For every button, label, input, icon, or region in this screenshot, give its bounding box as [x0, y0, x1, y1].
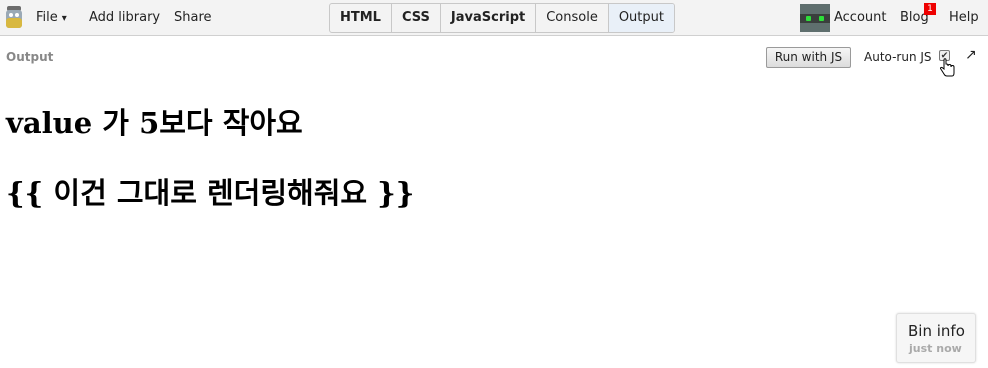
popout-arrow-icon[interactable]: ↗ — [965, 47, 977, 63]
avatar-eye-right — [819, 16, 824, 21]
account-menu[interactable]: Account — [834, 10, 887, 25]
file-menu-label: File — [36, 10, 58, 25]
tab-output[interactable]: Output — [608, 4, 674, 32]
tab-css[interactable]: CSS — [392, 4, 441, 32]
autorun-js-label: Auto-run JS — [864, 50, 932, 64]
jsbin-logo-icon[interactable] — [4, 6, 24, 30]
tab-console[interactable]: Console — [536, 4, 609, 32]
blog-notification-badge: 1 — [924, 3, 936, 15]
output-heading-line-1: value 가 5보다 작아요 — [6, 106, 303, 140]
run-with-js-button[interactable]: Run with JS — [766, 47, 851, 68]
tab-javascript[interactable]: JavaScript — [441, 4, 537, 32]
file-menu[interactable]: File ▾ — [36, 10, 67, 25]
panel-toggles: HTML CSS JavaScript Console Output — [329, 3, 675, 33]
top-toolbar: File ▾ Add library Share HTML CSS JavaScr… — [0, 0, 988, 36]
tab-html[interactable]: HTML — [330, 4, 392, 32]
share-menu[interactable]: Share — [174, 10, 212, 25]
bin-info-timestamp: just now — [909, 342, 962, 355]
bin-info-panel[interactable]: Bin info just now — [896, 313, 976, 363]
hand-pointer-icon — [939, 58, 955, 77]
chevron-down-icon: ▾ — [61, 13, 67, 24]
output-panel-label: Output — [6, 50, 54, 64]
bin-info-title: Bin info — [908, 322, 965, 340]
add-library-menu[interactable]: Add library — [89, 10, 160, 25]
output-heading-line-2: {{ 이건 그대로 렌더링해줘요 }} — [6, 176, 415, 210]
avatar-band — [800, 14, 830, 23]
robot-avatar-icon[interactable] — [800, 4, 830, 32]
help-menu[interactable]: Help — [949, 10, 979, 25]
avatar-eye-left — [806, 16, 811, 21]
